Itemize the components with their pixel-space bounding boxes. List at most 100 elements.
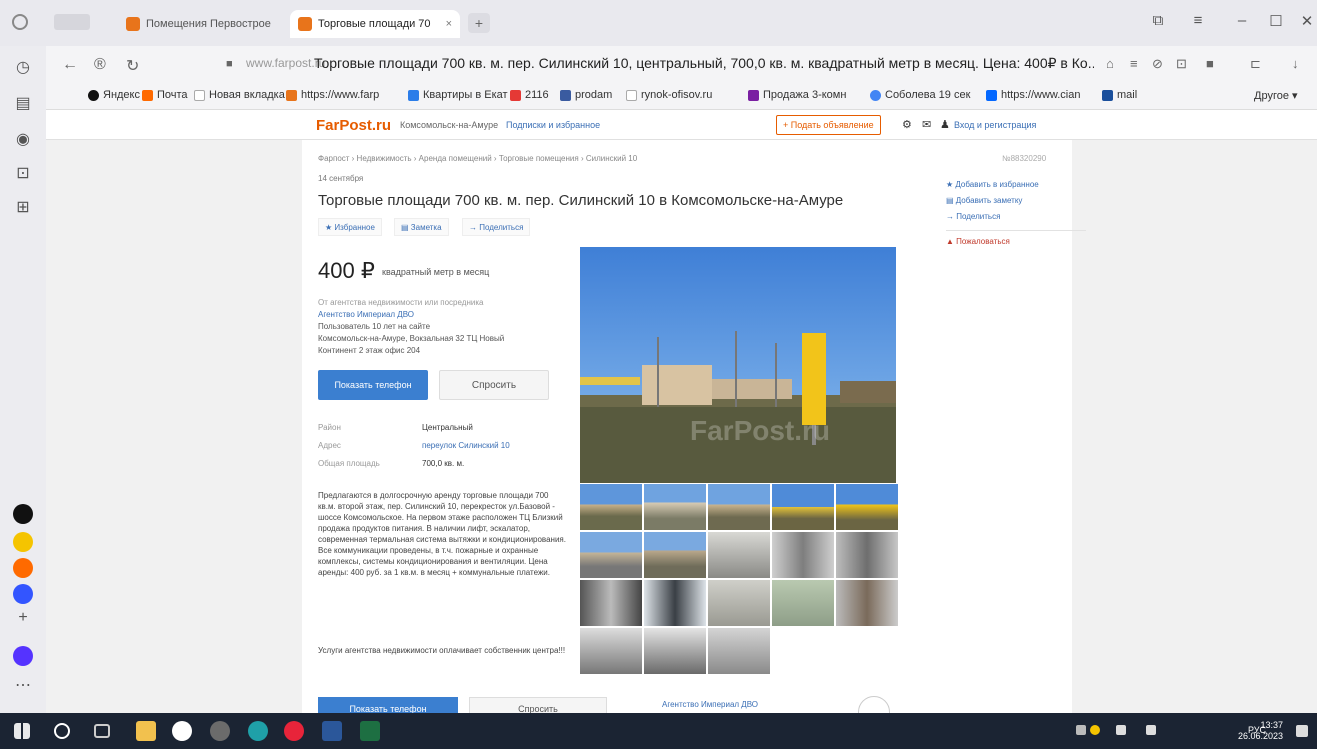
tray-volume-icon[interactable] — [1146, 725, 1156, 735]
downloads-icon[interactable]: ⊡ — [13, 164, 33, 184]
yandex-browser-taskbar-icon[interactable] — [172, 721, 192, 741]
tab-retail-space[interactable]: Торговые площади 70 × — [290, 10, 460, 38]
breadcrumb[interactable]: Фарпост › Недвижимость › Аренда помещени… — [318, 154, 637, 163]
bookmark-item[interactable]: Новая вкладка — [194, 89, 285, 101]
more-icon[interactable]: ⋯ — [13, 676, 33, 696]
yandex-button-icon[interactable]: ® — [94, 56, 106, 74]
extensions-icon[interactable]: ⊘ — [1152, 56, 1163, 72]
search-icon[interactable] — [54, 723, 70, 739]
photo-thumbnail[interactable] — [580, 628, 642, 674]
bookmark-item[interactable]: https://www.farp — [286, 89, 379, 101]
bookmark-item[interactable]: https://www.cian — [986, 89, 1080, 101]
excel-icon[interactable] — [360, 721, 380, 741]
photo-thumbnail[interactable] — [836, 532, 898, 578]
add-panel-icon[interactable]: + — [13, 608, 33, 628]
task-view-icon[interactable] — [94, 724, 110, 738]
tray-app-icon[interactable] — [1090, 725, 1100, 735]
new-tab-button[interactable]: + — [468, 13, 490, 33]
bookmarks-other[interactable]: Другое ▾ — [1254, 89, 1298, 102]
word-icon[interactable] — [322, 721, 342, 741]
feather-app-icon[interactable] — [210, 721, 230, 741]
photo-thumbnail[interactable] — [644, 628, 706, 674]
url-title[interactable]: Торговые площади 700 кв. м. пер. Силинск… — [314, 55, 1094, 72]
bookmark-item[interactable]: Продажа 3-комн — [748, 89, 846, 101]
screenshot-icon[interactable]: ⊞ — [13, 198, 33, 218]
bookmark-item[interactable]: prodam — [560, 89, 612, 101]
favorite-button[interactable]: ★ Избранное — [318, 218, 382, 236]
file-explorer-icon[interactable] — [136, 721, 156, 741]
login-link[interactable]: Вход и регистрация — [954, 120, 1036, 130]
agency-link[interactable]: Агентство Империал ДВО — [318, 310, 414, 319]
collections-icon[interactable]: ⊏ — [1250, 56, 1261, 72]
bookmark-item[interactable]: rynok-ofisov.ru — [626, 89, 712, 101]
city-select[interactable]: Комсомольск-на-Амуре — [400, 120, 498, 130]
bookmark-icon[interactable]: ■ — [1206, 56, 1214, 71]
prop-value[interactable]: переулок Силинский 10 — [422, 441, 510, 450]
close-button[interactable]: ✕ — [1297, 12, 1317, 30]
reload-icon[interactable]: ↻ — [126, 56, 139, 76]
minimize-button[interactable]: – — [1232, 12, 1252, 29]
add-note-link[interactable]: ▤ Добавить заметку — [946, 196, 1022, 205]
history-icon[interactable]: ◷ — [13, 58, 33, 78]
add-favorite-link[interactable]: ★ Добавить в избранное — [946, 180, 1039, 189]
tab-close-icon[interactable]: × — [446, 18, 452, 30]
bookmark-item[interactable]: mail — [1102, 89, 1137, 101]
bookmark-item[interactable]: Соболева 19 сек — [870, 89, 970, 101]
alice-icon[interactable] — [13, 504, 33, 524]
tab-premises[interactable]: Помещения Первострое — [118, 10, 288, 38]
user-icon[interactable]: ♟ — [940, 118, 950, 131]
bottom-agency-link[interactable]: Агентство Империал ДВО — [662, 700, 758, 709]
share-button[interactable]: → Поделиться — [462, 218, 531, 236]
media-icon[interactable]: ◉ — [13, 130, 33, 150]
photo-thumbnail[interactable] — [644, 532, 706, 578]
ask-button[interactable]: Спросить — [439, 370, 549, 400]
tabs-list-icon[interactable]: ⧉ — [1148, 12, 1168, 29]
photo-thumbnail[interactable] — [836, 484, 898, 530]
notifications-icon[interactable] — [1296, 725, 1308, 737]
share-link[interactable]: → Поделиться — [946, 212, 1000, 221]
tray-network-icon[interactable] — [1116, 725, 1126, 735]
scroll-top-button[interactable] — [858, 696, 890, 713]
photo-thumbnail[interactable] — [772, 580, 834, 626]
site-logo[interactable]: FarPost.ru — [316, 117, 391, 134]
maximize-button[interactable]: ☐ — [1266, 12, 1286, 30]
photo-thumbnail[interactable] — [580, 580, 642, 626]
photo-thumbnail[interactable] — [708, 580, 770, 626]
messenger-icon[interactable] — [13, 584, 33, 604]
photo-thumbnail[interactable] — [708, 628, 770, 674]
submit-ad-button[interactable]: + Подать объявление — [776, 115, 881, 135]
bottom-show-phone-button[interactable]: Показать телефон — [318, 697, 458, 713]
bookmark-item[interactable]: Яндекс — [88, 89, 140, 101]
subscriptions-link[interactable]: Подписки и избранное — [506, 120, 600, 130]
report-link[interactable]: ▲ Пожаловаться — [946, 237, 1010, 246]
photo-thumbnail[interactable] — [644, 484, 706, 530]
note-button[interactable]: ▤ Заметка — [394, 218, 449, 236]
download-icon[interactable]: ↓ — [1292, 56, 1299, 71]
photo-thumbnail[interactable] — [580, 484, 642, 530]
bookmark-item[interactable]: 2116 — [510, 89, 549, 101]
reader-icon[interactable]: ⌂ — [1106, 56, 1114, 71]
clock[interactable]: 13:37 26.06.2023 — [1238, 720, 1283, 742]
notes-icon[interactable]: ▤ — [13, 94, 33, 114]
show-phone-button[interactable]: Показать телефон — [318, 370, 428, 400]
photo-thumbnail[interactable] — [708, 484, 770, 530]
start-icon[interactable] — [14, 723, 30, 739]
profile-icon[interactable] — [13, 646, 33, 666]
bookmark-item[interactable]: Квартиры в Екат — [408, 89, 508, 101]
translate-icon[interactable]: ≡ — [1130, 56, 1138, 71]
bottom-ask-button[interactable]: Спросить — [469, 697, 607, 713]
main-photo[interactable]: FarPost.ru — [580, 247, 896, 483]
photo-thumbnail[interactable] — [772, 532, 834, 578]
messages-icon[interactable]: ✉ — [922, 118, 931, 131]
opera-icon[interactable] — [284, 721, 304, 741]
browser-menu-icon[interactable] — [12, 14, 28, 30]
back-icon[interactable]: ← — [62, 56, 78, 74]
tray-chevron-icon[interactable] — [1076, 725, 1086, 735]
yandex-app-icon[interactable] — [13, 532, 33, 552]
photo-thumbnail[interactable] — [708, 532, 770, 578]
photo-thumbnail[interactable] — [836, 580, 898, 626]
menu-icon[interactable]: ≡ — [1188, 12, 1208, 29]
photo-thumbnail[interactable] — [644, 580, 706, 626]
bookmark-item[interactable]: Почта — [142, 89, 188, 101]
tab-group-icon[interactable] — [54, 14, 90, 30]
